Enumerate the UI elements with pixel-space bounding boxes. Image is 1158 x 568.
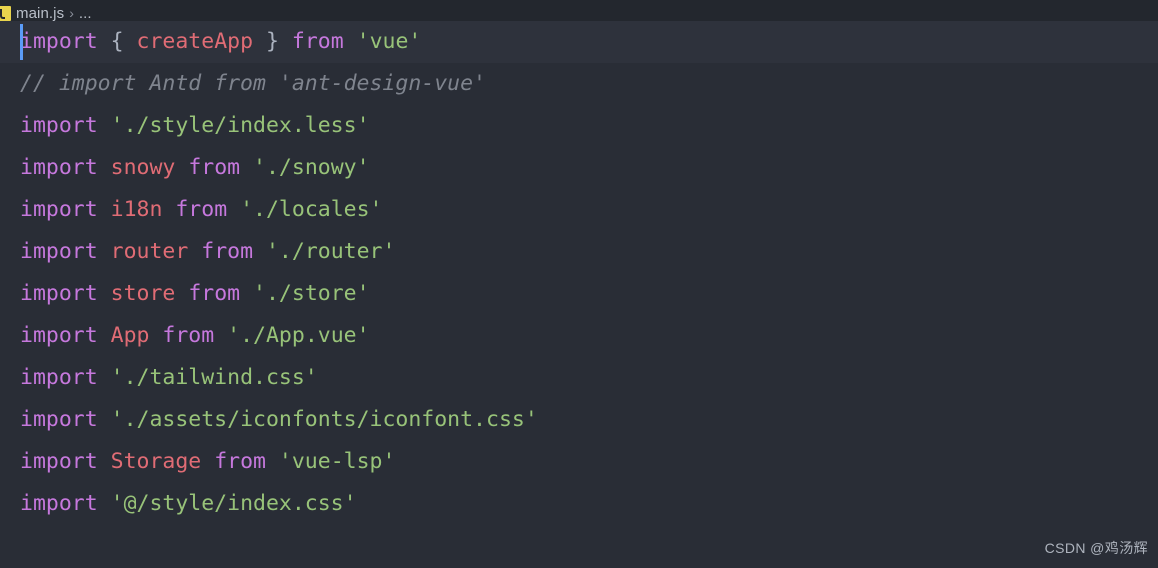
- code-token: import: [20, 239, 98, 264]
- code-token: from: [175, 197, 228, 222]
- code-token: import: [20, 155, 98, 180]
- code-token: import: [20, 323, 98, 348]
- code-line[interactable]: import './assets/iconfonts/iconfont.css': [0, 399, 1158, 441]
- code-token: // import Antd from 'ant-design-vue': [20, 71, 486, 96]
- code-token: import: [20, 449, 98, 474]
- code-token: }: [265, 29, 279, 54]
- code-line[interactable]: import './tailwind.css': [0, 357, 1158, 399]
- code-token: import: [20, 491, 98, 516]
- breadcrumb[interactable]: main.js › ...: [0, 0, 1158, 21]
- code-line[interactable]: import router from './router': [0, 231, 1158, 273]
- code-token: 'vue': [356, 29, 422, 54]
- code-token: {: [110, 29, 124, 54]
- code-token: './assets/iconfonts/iconfont.css': [110, 407, 538, 432]
- code-token: import: [20, 365, 98, 390]
- code-token: snowy: [110, 155, 176, 180]
- code-token: from: [188, 155, 241, 180]
- code-text-area[interactable]: import { createApp } from 'vue' // import…: [0, 21, 1158, 568]
- code-token: './router': [265, 239, 396, 264]
- code-line[interactable]: import store from './store': [0, 273, 1158, 315]
- breadcrumb-item-file[interactable]: main.js: [16, 5, 64, 22]
- code-token: router: [110, 239, 189, 264]
- code-token: i18n: [110, 197, 163, 222]
- breadcrumb-inner: main.js › ...: [0, 0, 92, 22]
- code-token: from: [214, 449, 266, 474]
- code-token: from: [188, 281, 241, 306]
- code-line[interactable]: import i18n from './locales': [0, 189, 1158, 231]
- text-cursor: [20, 24, 23, 60]
- code-token: Storage: [110, 449, 202, 474]
- code-line[interactable]: import snowy from './snowy': [0, 147, 1158, 189]
- code-line[interactable]: import { createApp } from 'vue': [0, 21, 1158, 63]
- code-token: store: [110, 281, 176, 306]
- code-token: createApp: [136, 29, 254, 54]
- code-token: './App.vue': [227, 323, 370, 348]
- code-token: './tailwind.css': [110, 365, 318, 390]
- chevron-right-icon: ›: [69, 5, 74, 21]
- code-token: import: [20, 197, 98, 222]
- code-token: from: [162, 323, 215, 348]
- code-token: './style/index.less': [110, 113, 370, 138]
- code-token: import: [20, 113, 98, 138]
- code-token: import: [20, 29, 98, 54]
- code-token: import: [20, 281, 98, 306]
- code-token: './store': [253, 281, 370, 306]
- code-line[interactable]: import '@/style/index.css': [0, 483, 1158, 525]
- code-token: App: [110, 323, 150, 348]
- code-token: './locales': [240, 197, 383, 222]
- code-token: from: [201, 239, 254, 264]
- watermark-label: CSDN @鸡汤辉: [1044, 540, 1148, 556]
- code-token: '@/style/index.css': [110, 491, 357, 516]
- code-token: 'vue-lsp': [278, 449, 396, 474]
- code-line[interactable]: import App from './App.vue': [0, 315, 1158, 357]
- code-token: import: [20, 407, 98, 432]
- breadcrumb-item-overflow[interactable]: ...: [79, 5, 92, 22]
- code-line[interactable]: import './style/index.less': [0, 105, 1158, 147]
- javascript-file-icon: [0, 5, 11, 21]
- code-editor-window: main.js › ... import { createApp } from …: [0, 0, 1158, 568]
- code-token: './snowy': [253, 155, 370, 180]
- code-line[interactable]: // import Antd from 'ant-design-vue': [0, 63, 1158, 105]
- code-line[interactable]: import Storage from 'vue-lsp': [0, 441, 1158, 483]
- code-token: from: [291, 29, 344, 54]
